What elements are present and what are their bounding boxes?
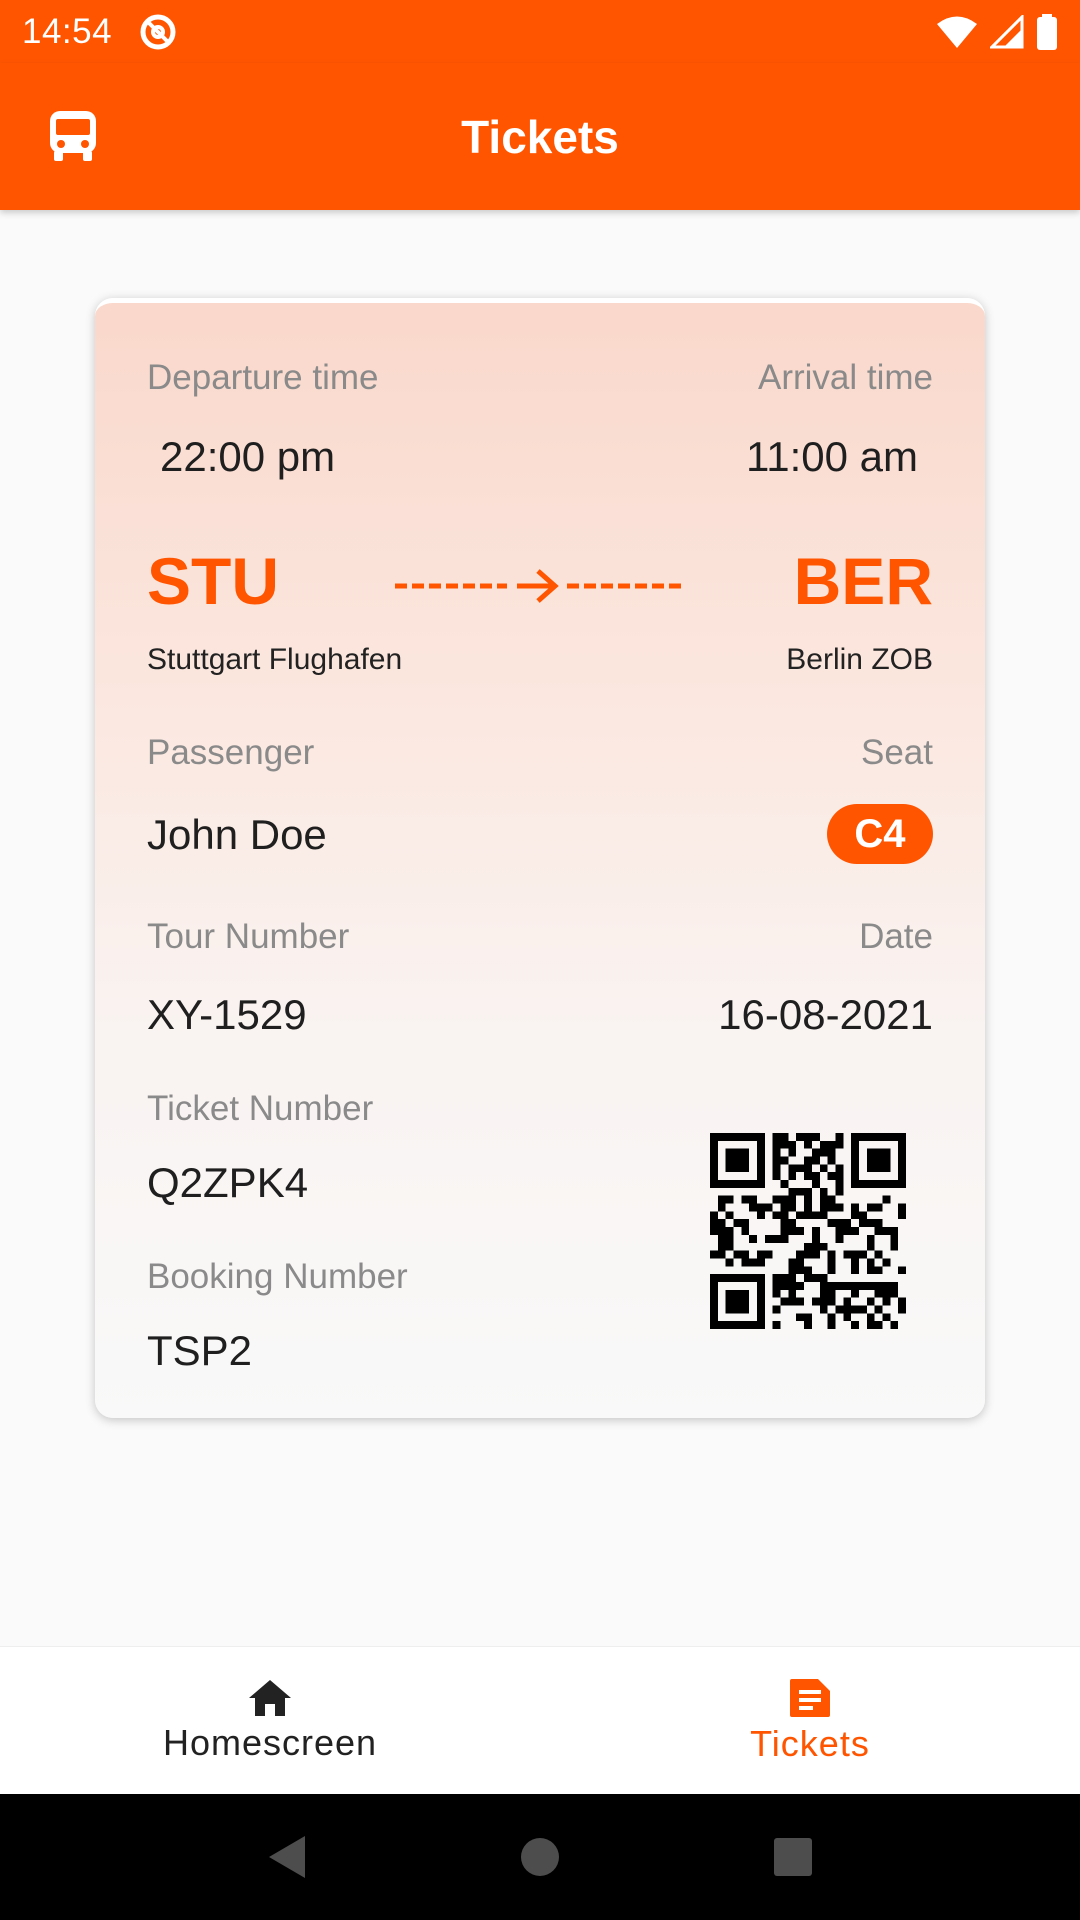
bus-icon[interactable]: [48, 109, 98, 163]
ticket-icon: [790, 1679, 830, 1717]
wifi-icon: [937, 16, 977, 48]
date-label: Date: [859, 917, 933, 956]
status-time: 14:54: [22, 11, 113, 51]
app-bar: Tickets: [0, 63, 1080, 210]
ticket-card[interactable]: Departure time Arrival time 22:00 pm 11:…: [95, 298, 985, 1418]
tour-number: XY-1529: [147, 991, 307, 1038]
nav-item-homescreen[interactable]: Homescreen: [0, 1647, 540, 1795]
recents-icon[interactable]: [773, 1837, 813, 1877]
battery-icon: [1037, 13, 1057, 50]
qr-code: [710, 1133, 906, 1329]
bottom-navigation: Homescreen Tickets: [0, 1646, 1080, 1794]
tour-number-label: Tour Number: [147, 917, 350, 956]
destination-city: Berlin ZOB: [786, 643, 933, 676]
booking-number: TSP2: [147, 1327, 253, 1374]
origin-city: Stuttgart Flughafen: [147, 643, 403, 676]
arrival-time-label: Arrival time: [757, 358, 933, 397]
home-circle-icon[interactable]: [520, 1837, 560, 1877]
page-title: Tickets: [461, 110, 619, 163]
home-icon: [249, 1680, 291, 1716]
nav-label-homescreen: Homescreen: [162, 1722, 378, 1763]
seat-badge: C4: [827, 804, 933, 864]
arrival-time: 11:00 am: [746, 433, 918, 480]
back-icon[interactable]: [267, 1834, 307, 1880]
route-arrow-icon: [395, 569, 685, 603]
ticket-number: Q2ZPK4: [147, 1159, 309, 1206]
system-navigation-bar: [0, 1794, 1080, 1920]
nav-label-tickets: Tickets: [750, 1723, 870, 1764]
destination-code: BER: [793, 544, 933, 618]
travel-date: 16-08-2021: [718, 991, 933, 1038]
departure-time: 22:00 pm: [160, 433, 336, 480]
booking-number-label: Booking Number: [147, 1257, 408, 1296]
signal-icon: [990, 14, 1024, 48]
origin-code: STU: [147, 544, 279, 618]
passenger-name: John Doe: [147, 811, 327, 858]
at-sign-icon: [140, 14, 176, 49]
nav-item-tickets[interactable]: Tickets: [540, 1647, 1080, 1795]
departure-time-label: Departure time: [147, 358, 379, 397]
ticket-number-label: Ticket Number: [147, 1089, 374, 1128]
passenger-label: Passenger: [147, 733, 315, 772]
seat-label: Seat: [861, 733, 933, 772]
status-bar: 14:54: [0, 0, 1080, 63]
